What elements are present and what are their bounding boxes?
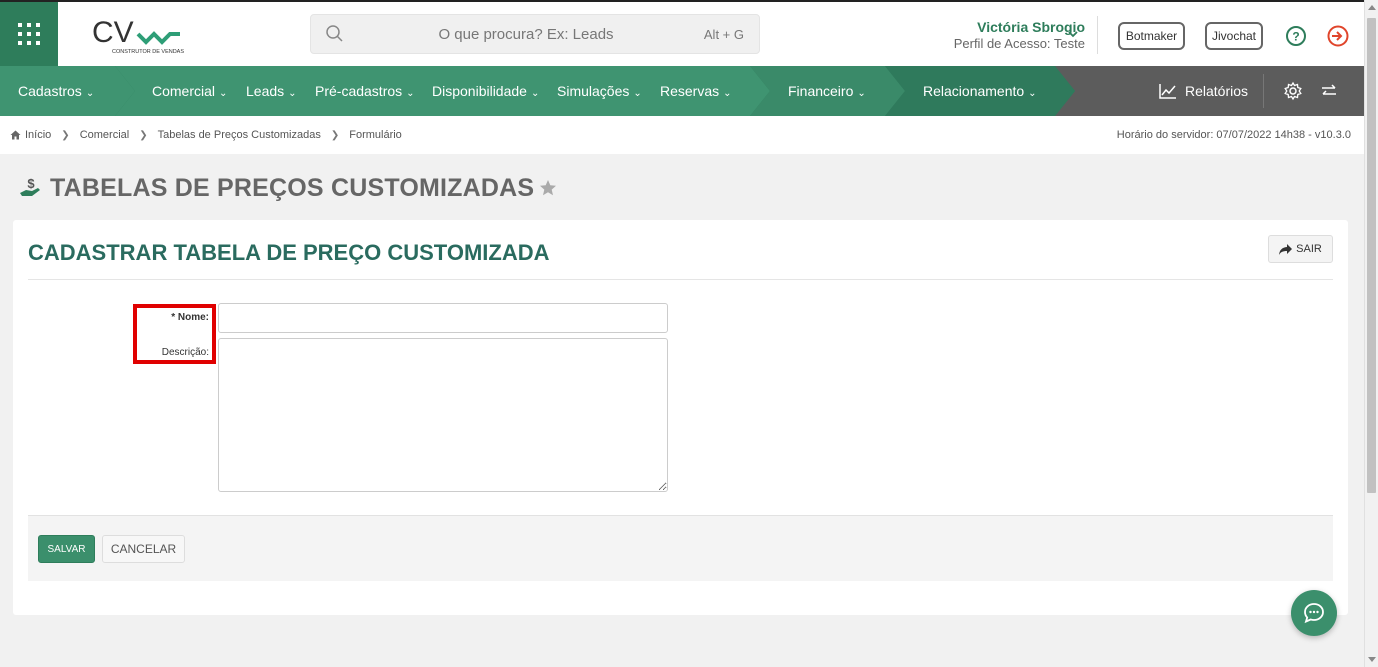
chevron-down-icon: ⌄ — [633, 88, 642, 99]
scroll-up-arrow[interactable] — [1368, 5, 1376, 10]
nav-divider — [1263, 74, 1264, 108]
search-input[interactable] — [371, 15, 681, 53]
chat-button[interactable] — [1291, 590, 1337, 636]
nav-item-pre-cadastros[interactable]: Pré-cadastros ⌄ — [315, 66, 415, 116]
descricao-label: Descrição: — [161, 347, 209, 358]
gear-icon[interactable] — [1283, 81, 1303, 101]
svg-text:$: $ — [27, 176, 35, 191]
line-chart-icon — [1159, 84, 1176, 99]
user-name: Victória Sbrogio — [977, 19, 1085, 35]
svg-text:CONSTRUTOR DE VENDAS: CONSTRUTOR DE VENDAS — [112, 49, 184, 55]
cancel-button[interactable]: CANCELAR — [102, 535, 185, 563]
chevron-down-icon: ⌄ — [219, 88, 228, 99]
chevron-down-icon: ⌄ — [288, 88, 297, 99]
chevron-right-icon: ❯ — [330, 129, 340, 141]
breadcrumb-item-inicio[interactable]: Início — [25, 129, 51, 141]
nav-item-cadastros[interactable]: Cadastros ⌄ — [18, 66, 94, 116]
page-title: TABELAS DE PREÇOS CUSTOMIZADAS — [50, 173, 535, 202]
home-icon — [10, 130, 21, 140]
chevron-down-icon: ⌄ — [857, 88, 866, 99]
swap-icon[interactable] — [1320, 82, 1338, 100]
form-title: CADASTRAR TABELA DE PREÇO CUSTOMIZADA — [28, 240, 550, 265]
nav-item-reservas[interactable]: Reservas ⌄ — [660, 66, 732, 116]
nav-item-financeiro[interactable]: Financeiro ⌄ — [788, 66, 866, 116]
breadcrumb-item-formulario: Formulário — [349, 129, 402, 141]
logout-icon[interactable] — [1326, 24, 1350, 48]
user-profile: Perfil de Acesso: Teste — [953, 36, 1085, 51]
exit-button[interactable]: SAIR — [1268, 235, 1333, 263]
descricao-textarea[interactable] — [218, 338, 668, 492]
top-header: CV CONSTRUTOR DE VENDAS Alt + G Victória… — [0, 0, 1364, 66]
svg-text:CV: CV — [92, 16, 134, 49]
chat-bubble-icon — [1304, 603, 1324, 624]
star-icon[interactable] — [539, 179, 557, 197]
page-header: $ TABELAS DE PREÇOS CUSTOMIZADAS — [18, 172, 557, 204]
header-divider — [1097, 16, 1098, 54]
money-hand-icon: $ — [20, 176, 40, 196]
nav-item-leads[interactable]: Leads ⌄ — [246, 66, 297, 116]
form-actions: SALVAR CANCELAR — [28, 515, 1333, 581]
nav-item-relatorios[interactable]: Relatórios — [1158, 66, 1248, 116]
svg-text:?: ? — [1292, 30, 1299, 44]
breadcrumb-bar: Início ❯ Comercial ❯ Tabelas de Preços C… — [0, 116, 1364, 154]
chevron-down-icon: ⌄ — [406, 88, 415, 99]
share-arrow-icon — [1279, 243, 1293, 255]
logo[interactable]: CV CONSTRUTOR DE VENDAS — [92, 14, 187, 58]
title-divider — [28, 279, 1333, 280]
chevron-down-icon: ⌄ — [530, 88, 540, 99]
chevron-right-icon: ❯ — [139, 129, 148, 141]
chevron-down-icon: ⌄ — [85, 88, 95, 99]
scroll-down-arrow[interactable] — [1368, 657, 1376, 662]
nav-item-disponibilidade[interactable]: Disponibilidade ⌄ — [432, 66, 539, 116]
chevron-right-icon: ❯ — [61, 129, 70, 141]
user-info[interactable]: Victória Sbrogio Perfil de Acesso: Teste — [905, 19, 1085, 51]
chevron-down-icon: ⌄ — [723, 88, 732, 99]
search-box[interactable]: Alt + G — [310, 14, 760, 54]
form-card: CADASTRAR TABELA DE PREÇO CUSTOMIZADA SA… — [13, 220, 1348, 615]
scroll-thumb[interactable] — [1367, 18, 1376, 493]
apps-grid-icon — [18, 23, 40, 45]
server-time: Horário do servidor: 07/07/2022 14h38 - … — [1116, 129, 1351, 141]
apps-menu-button[interactable] — [0, 2, 58, 66]
nav-item-simulacoes[interactable]: Simulações ⌄ — [557, 66, 642, 116]
save-button[interactable]: SALVAR — [38, 535, 95, 563]
search-shortcut: Alt + G — [703, 27, 744, 42]
breadcrumb-item-tabelas[interactable]: Tabelas de Preços Customizadas — [158, 129, 321, 141]
breadcrumb: Início ❯ Comercial ❯ Tabelas de Preços C… — [10, 129, 402, 141]
page-scrollbar[interactable] — [1364, 0, 1378, 667]
search-icon — [326, 25, 343, 42]
nav-item-relacionamento[interactable]: Relacionamento ⌄ — [923, 66, 1037, 116]
breadcrumb-item-comercial[interactable]: Comercial — [80, 129, 130, 141]
chevron-down-icon: ⌄ — [1028, 88, 1037, 99]
nome-label: * Nome: — [171, 312, 209, 323]
help-icon[interactable]: ? — [1285, 25, 1307, 47]
nome-input[interactable] — [218, 303, 668, 333]
botmaker-button[interactable]: Botmaker — [1118, 22, 1185, 50]
chevron-down-icon[interactable] — [1067, 28, 1079, 40]
jivochat-button[interactable]: Jivochat — [1205, 22, 1263, 50]
nav-item-comercial[interactable]: Comercial ⌄ — [152, 66, 227, 116]
main-nav: Cadastros ⌄ Comercial ⌄ Leads ⌄ Pré-cadastr… — [0, 66, 1364, 116]
